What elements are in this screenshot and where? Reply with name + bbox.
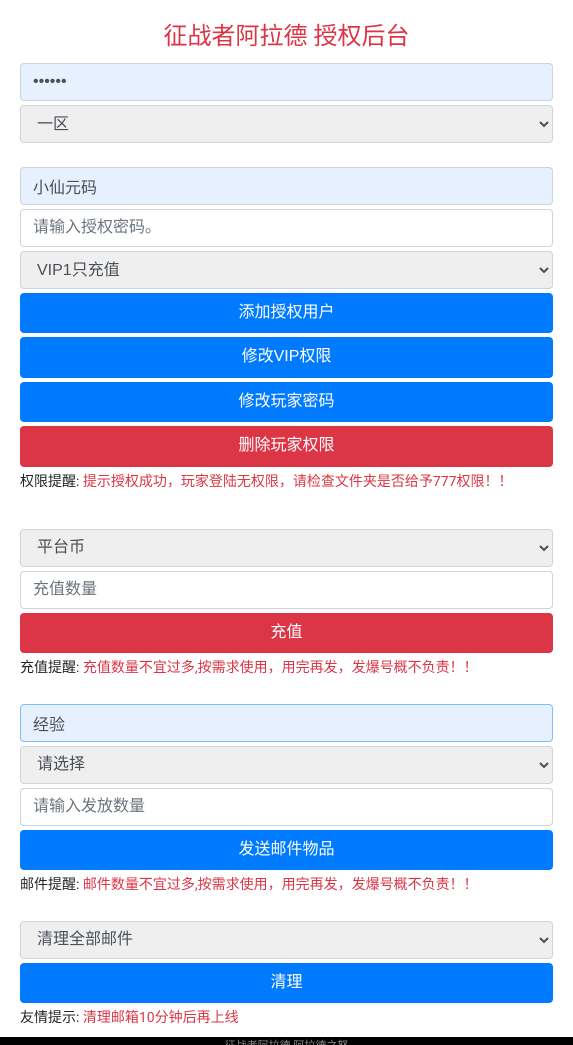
login-password-input[interactable] — [20, 63, 553, 101]
recharge-tip-prefix: 充值提醒: — [20, 660, 83, 676]
send-mail-button[interactable]: 发送邮件物品 — [20, 830, 553, 870]
vip-select[interactable]: VIP1只充值 — [20, 251, 553, 289]
auth-tip-prefix: 权限提醒: — [20, 474, 83, 490]
footer-text: 征战者阿拉德 阿拉德之怒 — [0, 1037, 573, 1045]
page-title: 征战者阿拉德 授权后台 — [20, 0, 553, 63]
mail-exp-input[interactable] — [20, 704, 553, 742]
zone-select[interactable]: 一区 — [20, 105, 553, 143]
mail-amount-input[interactable] — [20, 788, 553, 826]
recharge-tip-text: 充值数量不宜过多,按需求使用，用完再发，发爆号概不负责！！ — [83, 660, 478, 676]
auth-username-input[interactable] — [20, 167, 553, 205]
clean-select[interactable]: 清理全部邮件 — [20, 921, 553, 959]
modify-password-button[interactable]: 修改玩家密码 — [20, 382, 553, 422]
mail-tip-text: 邮件数量不宜过多,按需求使用，用完再发，发爆号概不负责！！ — [83, 877, 478, 893]
recharge-button[interactable]: 充值 — [20, 613, 553, 653]
clean-tip-prefix: 友情提示: — [20, 1010, 83, 1026]
add-auth-user-button[interactable]: 添加授权用户 — [20, 293, 553, 333]
mail-item-select[interactable]: 请选择 — [20, 746, 553, 784]
mail-tip-prefix: 邮件提醒: — [20, 877, 83, 893]
currency-select[interactable]: 平台币 — [20, 529, 553, 567]
auth-password-input[interactable] — [20, 209, 553, 247]
recharge-amount-input[interactable] — [20, 571, 553, 609]
clean-tip-text: 清理邮箱10分钟后再上线 — [83, 1010, 239, 1026]
modify-vip-button[interactable]: 修改VIP权限 — [20, 337, 553, 377]
footer-bar: 征战者阿拉德 阿拉德之怒 — [0, 1037, 573, 1045]
delete-auth-button[interactable]: 删除玩家权限 — [20, 426, 553, 466]
auth-tip-text: 提示授权成功，玩家登陆无权限，请检查文件夹是否给予777权限！！ — [83, 474, 513, 490]
